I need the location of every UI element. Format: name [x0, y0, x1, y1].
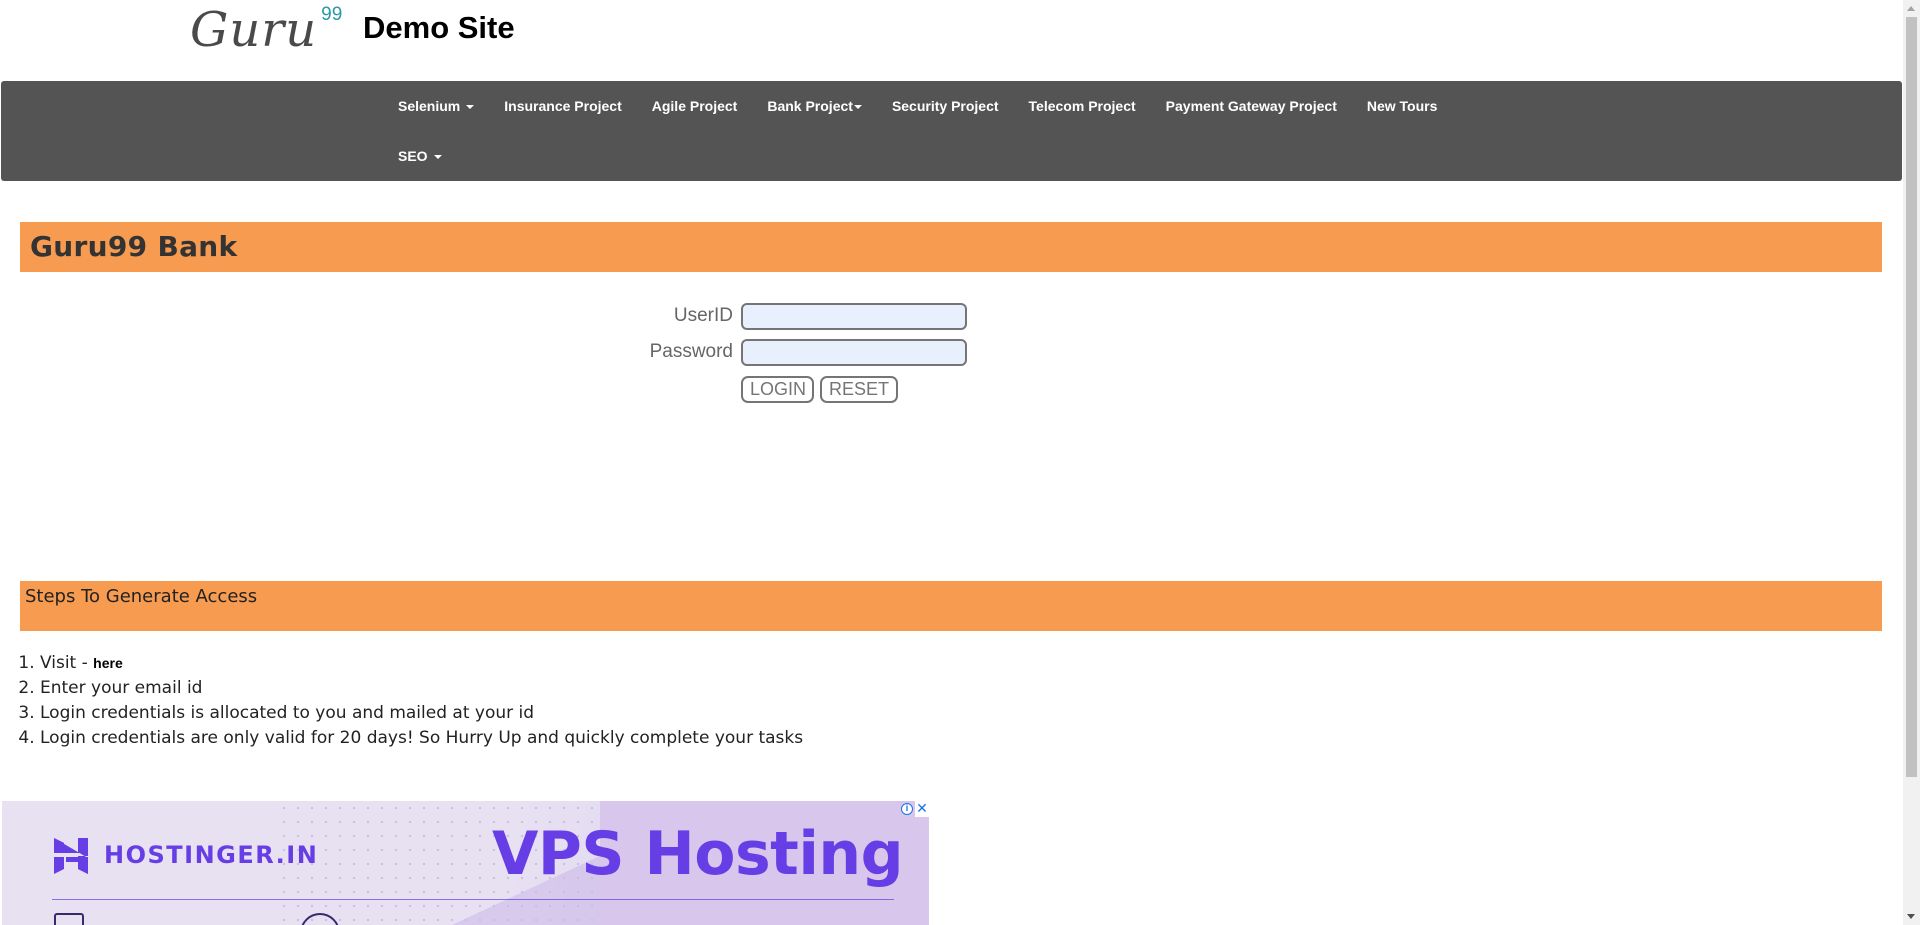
hostinger-logo-icon [54, 838, 88, 874]
nav-item-security-project[interactable]: Security Project [877, 81, 1014, 131]
bank-title: Guru99 Bank [30, 230, 238, 263]
nav-item-label: Selenium [398, 98, 461, 114]
ad-headline: VPS Hosting [492, 819, 904, 889]
list-item: Enter your email id [40, 676, 803, 701]
nav-item-selenium[interactable]: Selenium [383, 81, 489, 131]
navbar-row-1: Selenium Insurance Project Agile Project… [383, 81, 1452, 131]
nav-item-agile-project[interactable]: Agile Project [637, 81, 753, 131]
guru99-logo[interactable]: Guru 99 [190, 4, 342, 56]
step-text: Login credentials are only valid for 20 … [40, 728, 804, 748]
caret-down-icon [433, 155, 442, 160]
scroll-down-arrow-icon[interactable] [1903, 908, 1920, 925]
nav-item-label: Bank Project [767, 98, 853, 114]
nav-item-label: SEO [398, 148, 428, 164]
logo-text: Guru [190, 2, 318, 58]
list-item: Visit - here [40, 651, 803, 676]
info-icon[interactable]: i [901, 803, 913, 815]
scrollbar-thumb[interactable] [1906, 17, 1917, 777]
scroll-up-arrow-icon[interactable] [1903, 0, 1920, 17]
reset-button[interactable]: RESET [820, 376, 898, 403]
step-text: Visit - [40, 653, 94, 673]
site-title: Demo Site [363, 10, 515, 45]
advertisement-banner[interactable]: HOSTINGER.IN VPS Hosting i ✕ [2, 801, 929, 925]
caret-down-icon [853, 105, 862, 110]
ad-divider [52, 899, 894, 900]
storage-icon [54, 913, 84, 925]
bank-heading-bar: Guru99 Bank [20, 222, 1882, 272]
ad-brand-name: HOSTINGER.IN [104, 841, 319, 869]
nav-item-payment-gateway-project[interactable]: Payment Gateway Project [1151, 81, 1352, 131]
steps-list: Visit - here Enter your email id Login c… [20, 651, 803, 751]
nav-item-label: Insurance Project [504, 98, 622, 114]
nav-item-telecom-project[interactable]: Telecom Project [1014, 81, 1151, 131]
nav-item-label: Payment Gateway Project [1165, 98, 1337, 114]
logo-superscript: 99 [321, 4, 343, 25]
password-input[interactable] [741, 339, 967, 366]
step-text: Login credentials is allocated to you an… [40, 703, 535, 723]
nav-item-insurance-project[interactable]: Insurance Project [489, 81, 637, 131]
main-navbar: Selenium Insurance Project Agile Project… [1, 81, 1902, 181]
nav-item-label: Agile Project [651, 98, 738, 114]
nav-item-bank-project[interactable]: Bank Project [752, 81, 877, 131]
nav-item-new-tours[interactable]: New Tours [1352, 81, 1453, 131]
steps-title: Steps To Generate Access [25, 586, 258, 607]
here-link[interactable]: here [93, 655, 123, 671]
nav-item-seo[interactable]: SEO [383, 131, 457, 181]
nav-item-label: New Tours [1366, 98, 1438, 114]
close-icon[interactable]: ✕ [915, 801, 929, 817]
step-text: Enter your email id [40, 678, 203, 698]
page: Guru 99 Demo Site Selenium Insurance Pro… [0, 0, 1920, 925]
list-item: Login credentials is allocated to you an… [40, 701, 803, 726]
nav-item-label: Telecom Project [1028, 98, 1136, 114]
nav-item-label: Security Project [891, 98, 999, 114]
login-button[interactable]: LOGIN [741, 376, 814, 403]
caret-down-icon [466, 105, 475, 110]
list-item: Login credentials are only valid for 20 … [40, 726, 803, 751]
steps-heading-bar: Steps To Generate Access [20, 581, 1882, 631]
navbar-row-2: SEO [383, 131, 457, 181]
vertical-scrollbar[interactable] [1903, 0, 1920, 925]
userid-input[interactable] [741, 303, 967, 330]
userid-label: UserID [673, 305, 733, 326]
password-label: Password [649, 341, 733, 362]
